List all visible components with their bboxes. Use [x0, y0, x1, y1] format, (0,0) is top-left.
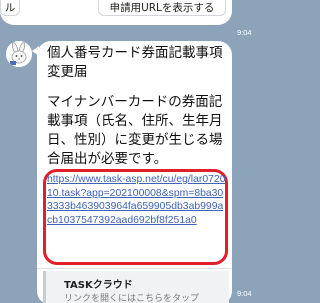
link-preview-accent-bar	[43, 271, 46, 303]
previous-quick-button[interactable]: ル	[0, 0, 20, 16]
application-url-link[interactable]: https://www.task-asp.net/cu/eg/lar072010…	[47, 173, 227, 227]
message-description: マイナンバーカードの券面記載事項（氏名、住所、生年月日、性別）に変更が生じる場合…	[47, 94, 223, 167]
link-preview-divider	[37, 268, 232, 269]
message-title: 個人番号カード券面記載事項変更届	[47, 45, 223, 80]
previous-message-time: 9:04	[237, 28, 252, 37]
link-preview-subtitle: リンクを開くにはこちらをタップ	[64, 294, 200, 303]
rabbit-mascot-icon	[6, 41, 32, 67]
link-preview-site-name: TASKクラウド	[64, 280, 133, 291]
message-time: 9:04	[237, 289, 252, 298]
avatar[interactable]	[6, 41, 32, 67]
show-application-url-button[interactable]: 申請用URLを表示する	[98, 0, 226, 16]
